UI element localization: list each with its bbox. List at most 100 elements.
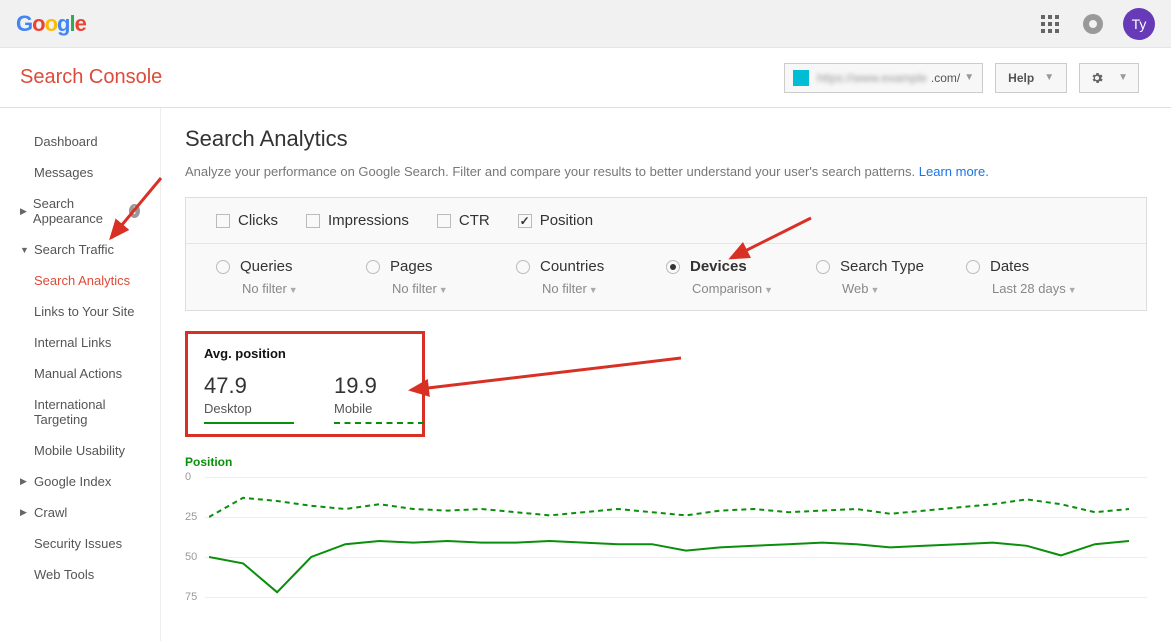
- sidebar-item-web-tools[interactable]: Web Tools: [0, 559, 160, 590]
- radio-icon: [366, 260, 380, 274]
- legend-line-dashed: [334, 422, 424, 424]
- caret-right-icon: ▶: [20, 206, 27, 217]
- help-label: Help: [1008, 71, 1034, 85]
- radio-icon: [516, 260, 530, 274]
- radio-icon: [816, 260, 830, 274]
- checkbox-icon: [216, 214, 230, 228]
- chart-title: Position: [185, 455, 1147, 469]
- sidebar-item-dashboard[interactable]: Dashboard: [0, 126, 160, 157]
- chevron-down-icon: ▼: [1044, 72, 1054, 83]
- dim-sub: Last 28 days: [992, 281, 1066, 296]
- sidebar-item-intl-targeting[interactable]: International Targeting: [0, 389, 160, 435]
- sidebar-item-internal-links[interactable]: Internal Links: [0, 327, 160, 358]
- sidebar-label: Web Tools: [34, 567, 94, 582]
- sidebar-label: Search Traffic: [34, 242, 114, 257]
- stat-mobile: 19.9 Mobile: [334, 373, 424, 424]
- sidebar-label: Google Index: [34, 474, 111, 489]
- annotation-arrow: [401, 348, 691, 398]
- settings-button[interactable]: ▼: [1079, 63, 1139, 93]
- dim-sub: Web: [842, 281, 869, 296]
- dim-search-type[interactable]: Search Type Web▼: [816, 258, 966, 296]
- dim-countries[interactable]: Countries No filter▼: [516, 258, 666, 296]
- content-area: Search Analytics Analyze your performanc…: [160, 108, 1171, 641]
- learn-more-link[interactable]: Learn more.: [919, 164, 989, 179]
- radio-icon: [966, 260, 980, 274]
- sidebar-label: Dashboard: [34, 134, 98, 149]
- avatar[interactable]: Ty: [1123, 8, 1155, 40]
- dim-dates[interactable]: Dates Last 28 days▼: [966, 258, 1116, 296]
- help-button[interactable]: Help ▼: [995, 63, 1067, 93]
- stat-value: 47.9: [204, 373, 294, 399]
- sidebar-label: Internal Links: [34, 335, 111, 350]
- sidebar-label: Crawl: [34, 505, 67, 520]
- metric-ctr[interactable]: CTR: [437, 212, 490, 229]
- chevron-down-icon: ▼: [964, 72, 974, 83]
- radio-icon: [216, 260, 230, 274]
- sidebar-label: Search Analytics: [34, 273, 130, 288]
- google-logo[interactable]: Google: [16, 11, 86, 37]
- chevron-down-icon: ▼: [871, 285, 880, 295]
- sidebar-item-mobile-usability[interactable]: Mobile Usability: [0, 435, 160, 466]
- dimension-row: Queries No filter▼ Pages No filter▼ Coun…: [186, 244, 1146, 310]
- metric-label: Clicks: [238, 212, 278, 229]
- sidebar-item-search-appearance[interactable]: ▶Search Appearancei: [0, 188, 160, 234]
- dim-devices[interactable]: Devices Comparison▼: [666, 258, 816, 296]
- site-selector[interactable]: https://www.example .com/ ▼: [784, 63, 983, 93]
- sidebar-item-links-to-site[interactable]: Links to Your Site: [0, 296, 160, 327]
- console-header: Search Console https://www.example .com/…: [0, 48, 1171, 108]
- metric-impressions[interactable]: Impressions: [306, 212, 409, 229]
- dim-label: Queries: [240, 258, 293, 275]
- metric-position[interactable]: Position: [518, 212, 593, 229]
- chevron-down-icon: ▼: [1118, 72, 1128, 83]
- notifications-icon[interactable]: [1083, 14, 1103, 34]
- stat-desktop: 47.9 Desktop: [204, 373, 294, 424]
- page-desc-text: Analyze your performance on Google Searc…: [185, 164, 919, 179]
- console-title: Search Console: [20, 66, 162, 89]
- sidebar-label: International Targeting: [34, 397, 140, 427]
- checkbox-checked-icon: [518, 214, 532, 228]
- info-icon: i: [129, 204, 140, 218]
- chart-svg: [209, 473, 1129, 623]
- dim-label: Countries: [540, 258, 604, 275]
- apps-icon[interactable]: [1041, 15, 1059, 33]
- dim-label: Devices: [690, 258, 747, 275]
- dim-label: Pages: [390, 258, 433, 275]
- page-title: Search Analytics: [185, 126, 1147, 152]
- dim-queries[interactable]: Queries No filter▼: [216, 258, 366, 296]
- chevron-down-icon: ▼: [289, 285, 298, 295]
- metric-row: Clicks Impressions CTR Position: [186, 198, 1146, 244]
- sidebar-item-manual-actions[interactable]: Manual Actions: [0, 358, 160, 389]
- sidebar-item-google-index[interactable]: ▶Google Index: [0, 466, 160, 497]
- metric-label: Position: [540, 212, 593, 229]
- dim-pages[interactable]: Pages No filter▼: [366, 258, 516, 296]
- checkbox-icon: [437, 214, 451, 228]
- sidebar-label: Security Issues: [34, 536, 122, 551]
- stat-label: Desktop: [204, 401, 294, 416]
- dim-label: Search Type: [840, 258, 924, 275]
- stat-value: 19.9: [334, 373, 424, 399]
- sidebar-label: Messages: [34, 165, 93, 180]
- sidebar-item-search-traffic[interactable]: ▼ Search Traffic: [0, 234, 160, 265]
- stats-title: Avg. position: [204, 346, 406, 361]
- metric-label: CTR: [459, 212, 490, 229]
- y-tick: 50: [185, 551, 197, 563]
- filter-bar: Clicks Impressions CTR Position Queries …: [185, 197, 1147, 311]
- dim-sub: No filter: [242, 281, 287, 296]
- caret-right-icon: ▶: [20, 507, 28, 518]
- chevron-down-icon: ▼: [1068, 285, 1077, 295]
- caret-down-icon: ▼: [20, 245, 28, 255]
- sidebar-item-security[interactable]: Security Issues: [0, 528, 160, 559]
- checkbox-icon: [306, 214, 320, 228]
- radio-selected-icon: [666, 260, 680, 274]
- metric-clicks[interactable]: Clicks: [216, 212, 278, 229]
- sidebar-label: Links to Your Site: [34, 304, 134, 319]
- dim-sub: No filter: [392, 281, 437, 296]
- sidebar-item-messages[interactable]: Messages: [0, 157, 160, 188]
- metric-label: Impressions: [328, 212, 409, 229]
- sidebar-label: Mobile Usability: [34, 443, 125, 458]
- sidebar: Dashboard Messages ▶Search Appearancei ▼…: [0, 108, 160, 641]
- dim-sub: No filter: [542, 281, 587, 296]
- google-header: Google Ty: [0, 0, 1171, 48]
- sidebar-item-search-analytics[interactable]: Search Analytics: [0, 265, 160, 296]
- sidebar-item-crawl[interactable]: ▶ Crawl: [0, 497, 160, 528]
